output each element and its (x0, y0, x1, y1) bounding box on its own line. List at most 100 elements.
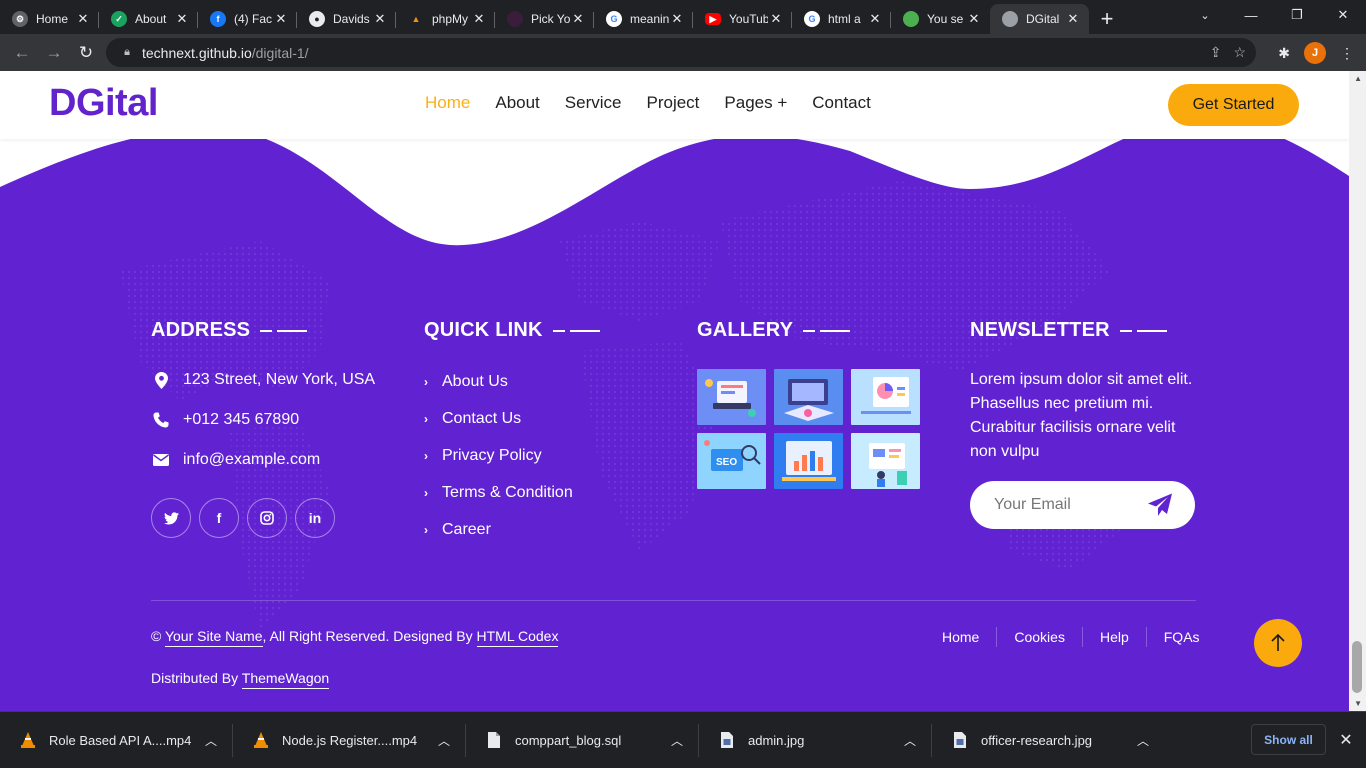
scroll-down-icon[interactable]: ▼ (1354, 699, 1362, 708)
lock-icon[interactable]: 🔒︎ (116, 46, 138, 59)
gallery-image[interactable] (851, 369, 920, 425)
quick-link-contact[interactable]: › Contact Us (424, 409, 600, 429)
tab-google-meaning[interactable]: G meanin ✕ (594, 4, 693, 34)
close-icon[interactable]: ✕ (174, 11, 190, 27)
url-text[interactable]: technext.github.io/digital-1/ (142, 45, 309, 61)
nav-home[interactable]: Home (425, 93, 470, 113)
gallery-image[interactable] (851, 433, 920, 489)
footer-nav-help[interactable]: Help (1081, 627, 1146, 647)
back-icon[interactable]: ← (6, 37, 38, 69)
quick-link-career[interactable]: › Career (424, 520, 600, 540)
download-item[interactable]: officer-research.jpg ︿ (932, 712, 1165, 768)
nav-project[interactable]: Project (646, 93, 699, 113)
image-file-icon (719, 731, 735, 749)
reload-icon[interactable]: ↻ (70, 37, 102, 69)
download-item[interactable]: Role Based API A....mp4 ︿ (0, 712, 233, 768)
heading-underline (552, 329, 600, 332)
close-icon[interactable]: ✕ (768, 11, 784, 27)
bookmark-star-icon[interactable]: ☆ (1233, 44, 1246, 61)
minimize-icon[interactable]: — (1228, 0, 1274, 30)
tab-github[interactable]: ● Davids ✕ (297, 4, 396, 34)
close-icon[interactable]: ✕ (372, 11, 388, 27)
restore-icon[interactable]: ❐ (1274, 0, 1320, 30)
tab-youtube[interactable]: ▶ YouTub ✕ (693, 4, 792, 34)
gallery-image[interactable] (774, 433, 843, 489)
footer-nav-fqas[interactable]: FQAs (1145, 627, 1217, 647)
image-file-icon (952, 731, 968, 749)
gallery-image[interactable] (774, 369, 843, 425)
tab-phpmyadmin[interactable]: ▲ phpMy ✕ (396, 4, 495, 34)
close-icon[interactable]: ✕ (273, 11, 289, 27)
quick-link-privacy[interactable]: › Privacy Policy (424, 446, 600, 466)
footer-divider (151, 600, 1196, 601)
gallery-image[interactable]: SEO (697, 433, 766, 489)
scroll-up-icon[interactable]: ▲ (1354, 74, 1362, 83)
tab-dgital[interactable]: DGital ✕ (990, 4, 1089, 34)
close-icon[interactable]: ✕ (75, 11, 91, 27)
close-icon[interactable]: ✕ (867, 11, 883, 27)
download-shelf: Role Based API A....mp4 ︿ Node.js Regist… (0, 711, 1366, 768)
close-icon[interactable]: ✕ (1338, 730, 1354, 750)
profile-avatar[interactable]: J (1304, 42, 1326, 64)
get-started-button[interactable]: Get Started (1168, 84, 1299, 126)
download-item[interactable]: admin.jpg ︿ (699, 712, 932, 768)
address-bar[interactable]: 🔒︎ technext.github.io/digital-1/ ⇪ ☆ (106, 38, 1256, 67)
tab-facebook[interactable]: f (4) Fac ✕ (198, 4, 297, 34)
site-logo[interactable]: DGital (49, 82, 158, 125)
google-icon: G (804, 11, 820, 27)
show-all-button[interactable]: Show all (1251, 724, 1326, 755)
tab-pick[interactable]: Pick Yo ✕ (495, 4, 594, 34)
close-icon[interactable]: ✕ (471, 11, 487, 27)
chevron-up-icon[interactable]: ︿ (1137, 732, 1149, 749)
twitter-icon[interactable] (151, 498, 191, 538)
close-icon[interactable]: ✕ (570, 11, 586, 27)
download-item[interactable]: comppart_blog.sql ︿ (466, 712, 699, 768)
tab-google-html[interactable]: G html a ✕ (792, 4, 891, 34)
linkedin-icon[interactable]: in (295, 498, 335, 538)
instagram-icon[interactable] (247, 498, 287, 538)
chevron-up-icon[interactable]: ︿ (904, 732, 916, 749)
gallery-image[interactable] (697, 369, 766, 425)
address-heading: ADDRESS (151, 319, 375, 342)
download-name: comppart_blog.sql (515, 732, 622, 748)
close-icon[interactable]: ✕ (966, 11, 982, 27)
nav-pages-dropdown[interactable]: Pages + (724, 93, 787, 113)
email-input[interactable] (994, 493, 1144, 517)
new-tab-button[interactable]: + (1089, 4, 1125, 34)
footer-nav-cookies[interactable]: Cookies (996, 627, 1082, 647)
nav-service[interactable]: Service (565, 93, 622, 113)
close-icon[interactable]: ✕ (1065, 11, 1081, 27)
site-name-link[interactable]: Your Site Name (164, 628, 263, 647)
scrollbar-thumb[interactable] (1352, 641, 1362, 693)
send-icon[interactable] (1147, 493, 1173, 517)
html-codex-link[interactable]: HTML Codex (476, 628, 559, 647)
quick-link-terms[interactable]: › Terms & Condition (424, 483, 600, 503)
window-controls: ⌄ — ❐ ✕ (1182, 0, 1366, 30)
tab-home[interactable]: ⚙ Home ✕ (0, 4, 99, 34)
forward-icon[interactable]: → (38, 37, 70, 69)
quick-link-about[interactable]: › About Us (424, 372, 600, 392)
tab-about[interactable]: ✓ About ✕ (99, 4, 198, 34)
tab-you-se[interactable]: You se ✕ (891, 4, 990, 34)
extensions-icon[interactable]: ✱ (1278, 45, 1290, 62)
distributed-text: Distributed By ThemeWagon (151, 670, 330, 689)
chevron-up-icon[interactable]: ︿ (438, 732, 450, 749)
nav-contact[interactable]: Contact (812, 93, 871, 113)
share-icon[interactable]: ⇪ (1210, 44, 1222, 61)
newsletter-text: Lorem ipsum dolor sit amet elit. Phasell… (970, 371, 1193, 460)
page-scrollbar[interactable]: ▲ ▼ (1349, 71, 1366, 711)
window-close-icon[interactable]: ✕ (1320, 0, 1366, 30)
tab-title: Home (36, 12, 69, 26)
download-item[interactable]: Node.js Register....mp4 ︿ (233, 712, 466, 768)
nav-about[interactable]: About (495, 93, 539, 113)
menu-icon[interactable]: ⋮ (1340, 45, 1354, 62)
close-icon[interactable]: ✕ (669, 11, 685, 27)
themewagon-link[interactable]: ThemeWagon (241, 670, 330, 689)
chevron-up-icon[interactable]: ︿ (671, 732, 683, 749)
tab-search-icon[interactable]: ⌄ (1182, 0, 1228, 30)
facebook-icon[interactable]: f (199, 498, 239, 538)
footer-nav-home[interactable]: Home (925, 627, 996, 647)
chevron-up-icon[interactable]: ︿ (205, 732, 217, 749)
back-to-top-button[interactable] (1254, 619, 1302, 667)
download-name: officer-research.jpg (981, 732, 1093, 748)
